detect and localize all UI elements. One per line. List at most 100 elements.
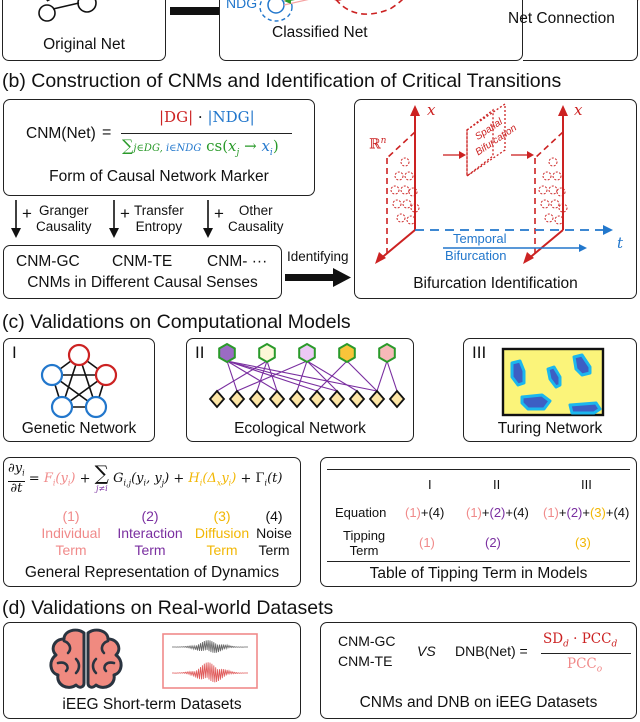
panel-d-title: (d) Validations on Real-world Datasets [2, 597, 334, 619]
var-xj-sub: j [236, 148, 240, 158]
gene-node-blue [40, 363, 64, 387]
granger-plus: + [22, 204, 32, 223]
term-diffusion: (3) Diffusion Term [192, 508, 252, 559]
term-noise: (4) Noise Term [252, 508, 296, 559]
rn-label: ℝn [369, 136, 386, 153]
granger-line1: Granger [39, 203, 89, 218]
brain-icon [49, 628, 123, 689]
table-top-rule [327, 469, 630, 471]
row-label-tipping: Tipping Term [343, 528, 385, 558]
net-node [38, 4, 56, 22]
bifurcation-caption: Bifurcation Identification [413, 275, 578, 292]
eq-sign: = [28, 471, 40, 487]
genetic-network-graph [40, 343, 118, 419]
granger-label: Granger Causality [36, 203, 92, 235]
t-axis-label: t [617, 234, 624, 252]
dg-group-outline [335, 0, 404, 15]
term-diffusion-expr: Hi(Δxyi) [188, 471, 237, 488]
term-interaction-num: (2) [141, 508, 159, 524]
rn-exponent: n [380, 136, 387, 146]
table-bottom-rule [327, 561, 630, 563]
genetic-network-box: I Genetic Network [3, 338, 155, 442]
temporal-line2: Bifurcation [445, 248, 507, 263]
sum-sub: j≠i [95, 483, 108, 493]
gene-node-blue [84, 395, 108, 419]
dnb-caption: CNMs and DNB on iEEG Datasets [359, 694, 598, 711]
transfer-label: Transfer Entropy [134, 203, 184, 235]
plant-species-node [288, 389, 306, 409]
equation-term: (1) [405, 505, 421, 520]
ieeg-box: iEEG Short-term Datasets [3, 622, 301, 719]
term-individual-num: (1) [62, 508, 80, 524]
term-diffusion-num: (3) [213, 508, 231, 524]
animal-species-node [218, 342, 236, 364]
lhs-denominator: ∂t [10, 480, 23, 496]
term-noise-expr: Γi(t) [255, 471, 283, 488]
sub-dg: j∈DG, [133, 143, 163, 154]
equation-term: +(4) [420, 505, 445, 520]
numerator-dg: |DG| [159, 108, 194, 126]
sum-symbol: ∑ [122, 136, 134, 155]
dynamics-caption: General Representation of Dynamics [24, 564, 280, 581]
term-diffusion-line2: Term [206, 542, 238, 558]
turing-network-box: III Turing Network [463, 338, 637, 442]
arrow-granger [11, 200, 21, 238]
row-label-equation: Equation [335, 505, 387, 520]
plant-species-node [268, 389, 286, 409]
dynamics-box: ∂yi ∂t = Fi(yi) + ∑ j≠i Gi,j(yi, yj) + Hi… [3, 457, 301, 587]
tipping-table-box: I II III Equation (1)+(4) (1)+(2)+(4) (1… [320, 457, 637, 587]
var-xj: x [228, 137, 237, 155]
genetic-network-caption: Genetic Network [21, 420, 137, 437]
formula-denominator: ∑j∈DG, i∈NDG cs(xj → xi) [122, 136, 279, 158]
granger-line2: Causality [36, 219, 92, 234]
bifurcation-box: x x t ℝn Spatial Bifurcation Temporal Bi… [354, 99, 637, 299]
animal-species-node [298, 342, 316, 364]
classified-net-graph [259, 0, 404, 22]
x-axis-label-2: x [574, 101, 583, 119]
other-label: Other Causality [228, 203, 284, 235]
term-individual: (1) Individual Term [36, 508, 106, 559]
term-noise-num: (4) [265, 508, 283, 524]
table-header-i: I [428, 477, 432, 492]
panel-b-title: (b) Construction of CNMs and Identificat… [2, 70, 562, 92]
lhs-sub: i [22, 468, 25, 478]
classified-net-caption: Classified Net [272, 24, 368, 41]
equation-term: (1) [543, 505, 559, 520]
term-interaction-line2: Term [134, 542, 166, 558]
plant-species-node [388, 389, 406, 409]
tipping-label-line2: Term [349, 543, 379, 558]
dnb-pcc-sub: d [611, 639, 618, 650]
species-interaction-edge [346, 360, 378, 392]
cs-func: cs( [206, 137, 229, 155]
tip-cell-ii: (2) [485, 535, 501, 550]
equation-term: (2) [566, 505, 583, 520]
animal-species-node [258, 342, 276, 364]
turing-network-caption: Turing Network [497, 420, 603, 437]
cnm-senses-box: CNM-GC CNM-TE CNM- ··· CNMs in Different… [3, 245, 282, 299]
dnb-box: CNM-GC CNM-TE VS DNB(Net) = SDd · PCCd P… [320, 622, 637, 719]
plant-species-node [208, 389, 226, 409]
plant-species-node [228, 389, 246, 409]
plant-species-node [248, 389, 266, 409]
fraction-bar [121, 133, 292, 135]
ieeg-signal-plot [162, 633, 258, 689]
equation-term: +(4) [605, 505, 630, 520]
net-connection-label: Net Connection [508, 10, 615, 27]
term-interaction-line1: Interaction [117, 525, 183, 541]
term-noise-line1: Noise [256, 525, 292, 541]
cnm-form-caption: Form of Causal Network Marker [49, 168, 269, 185]
ecological-network-graph [208, 342, 406, 409]
cnm-gc-label: CNM-GC [338, 633, 396, 649]
equation-term: + [582, 505, 590, 520]
causal-arrow-symbol: → [244, 137, 257, 155]
formula-lhs: CNM(Net) [26, 125, 96, 142]
plant-species-node [308, 389, 326, 409]
classified-net-box: NDG Classified Net [219, 0, 523, 61]
state-plane-2 [523, 105, 568, 264]
term-diffusion-line1: Diffusion [194, 525, 250, 541]
temporal-line1: Temporal [453, 231, 507, 246]
cnm-gc-item: CNM-GC [16, 253, 80, 270]
vs-label: VS [417, 643, 436, 659]
ndg-label: NDG [226, 0, 258, 11]
plant-species-node [348, 389, 366, 409]
